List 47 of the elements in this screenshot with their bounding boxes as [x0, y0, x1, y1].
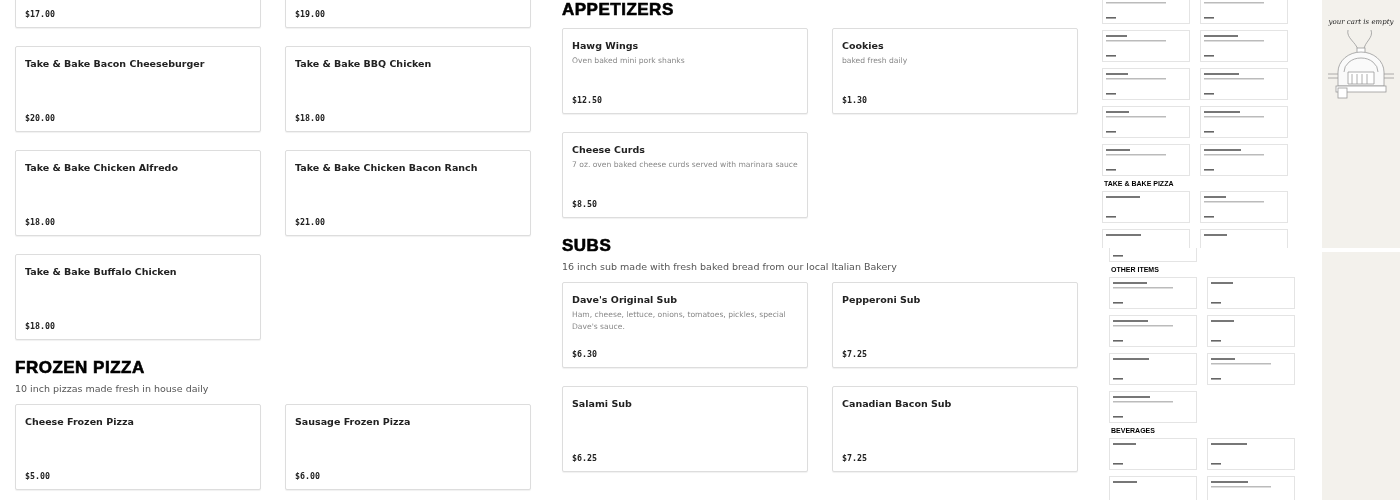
section-heading: APPETIZERS: [562, 0, 675, 20]
item-price: $8.50: [572, 199, 598, 209]
menu-item-card[interactable]: $19.00: [285, 0, 531, 28]
menu-item-card[interactable]: Pepperoni Sub $7.25: [832, 282, 1078, 368]
item-price: $5.00: [25, 471, 51, 481]
menu-item-card[interactable]: Take & Bake BBQ Chicken $18.00: [285, 46, 531, 132]
item-price: $18.00: [25, 217, 56, 227]
item-name: Hawg Wings: [572, 39, 640, 52]
item-price: $12.50: [572, 95, 603, 105]
item-name: Cheese Frozen Pizza: [25, 415, 135, 428]
menu-item-card[interactable]: Sausage Frozen Pizza $6.00: [285, 404, 531, 490]
item-price: $18.00: [295, 113, 326, 123]
item-name: Take & Bake Bacon Cheeseburger: [25, 57, 206, 70]
menu-item-card[interactable]: Canadian Bacon Sub $7.25: [832, 386, 1078, 472]
item-name: Take & Bake BBQ Chicken: [295, 57, 433, 70]
item-price: $17.00: [25, 9, 56, 19]
item-name: Cookies: [842, 39, 885, 52]
item-price: $1.30: [842, 95, 868, 105]
item-price: $20.00: [25, 113, 56, 123]
item-price: $19.00: [295, 9, 326, 19]
item-name: Canadian Bacon Sub: [842, 397, 953, 410]
item-name: Take & Bake Chicken Alfredo: [25, 161, 179, 174]
menu-item-card[interactable]: Take & Bake Bacon Cheeseburger $20.00: [15, 46, 261, 132]
item-name: Dave's Original Sub: [572, 293, 679, 306]
item-name: Cheese Curds: [572, 143, 646, 156]
section-subtitle: 16 inch sub made with fresh baked bread from our local Italian Bakery: [562, 260, 898, 274]
menu-item-card[interactable]: Take & Bake Buffalo Chicken $18.00: [15, 254, 261, 340]
item-price: $6.25: [572, 453, 598, 463]
menu-item-card[interactable]: Take & Bake Chicken Alfredo $18.00: [15, 150, 261, 236]
menu-item-card[interactable]: Cheese Frozen Pizza $5.00: [15, 404, 261, 490]
item-price: $6.30: [572, 349, 598, 359]
item-price: $6.00: [295, 471, 321, 481]
section-heading: FROZEN PIZZA: [15, 358, 146, 378]
item-price: $21.00: [295, 217, 326, 227]
item-name: Take & Bake Chicken Bacon Ranch: [295, 161, 479, 174]
menu-item-card[interactable]: Salami Sub $6.25: [562, 386, 808, 472]
section-heading: SUBS: [562, 236, 613, 256]
item-price: $7.25: [842, 453, 868, 463]
item-name: Sausage Frozen Pizza: [295, 415, 412, 428]
item-name: Take & Bake Buffalo Chicken: [25, 265, 178, 278]
item-price: $7.25: [842, 349, 868, 359]
item-name: Salami Sub: [572, 397, 633, 410]
menu-item-card[interactable]: Take & Bake Chicken Bacon Ranch $21.00: [285, 150, 531, 236]
section-subtitle: 10 inch pizzas made fresh in house daily: [15, 382, 210, 396]
menu-item-card[interactable]: $17.00: [15, 0, 261, 28]
item-price: $18.00: [25, 321, 56, 331]
item-name: Pepperoni Sub: [842, 293, 922, 306]
